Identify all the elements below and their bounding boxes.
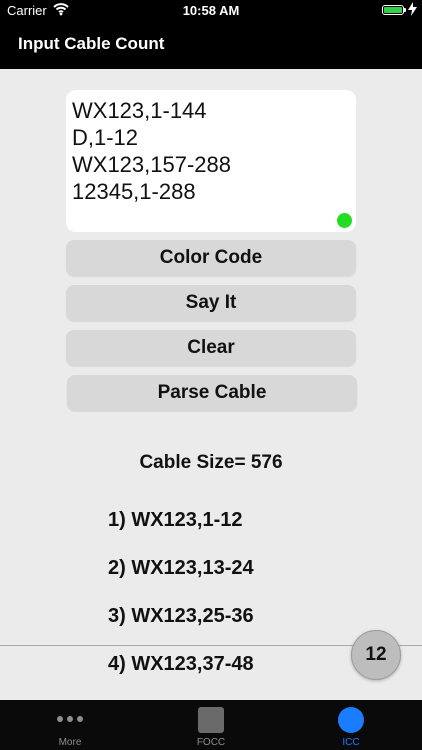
status-time: 10:58 AM [182, 3, 240, 18]
result-item: 1) WX123,1-12 [108, 509, 243, 531]
input-line: 12345,1-288 [72, 179, 196, 204]
result-item: 4) WX123,37-48 [108, 653, 254, 675]
input-line: WX123,1-144 [72, 98, 207, 123]
input-line: D,1-12 [72, 125, 139, 150]
charging-bolt-icon [408, 2, 417, 16]
color-code-button[interactable]: Color Code [66, 240, 356, 276]
status-bar: Carrier 10:58 AM [0, 0, 422, 22]
battery-icon [382, 5, 406, 15]
main-content: WX123,1-144 D,1-12 WX123,157-288 12345,1… [0, 69, 422, 700]
folder-icon [198, 707, 224, 733]
cable-count-text-input[interactable]: WX123,1-144 D,1-12 WX123,157-288 12345,1… [66, 90, 356, 232]
tab-label: ICC [342, 737, 360, 748]
tab-bar: More FOCC ICC [0, 700, 422, 750]
result-item: 2) WX123,13-24 [108, 557, 254, 579]
page-title: Input Cable Count [18, 34, 165, 53]
tab-label: More [58, 737, 82, 748]
tab-focc[interactable]: FOCC [141, 700, 281, 750]
circle-icon [338, 707, 364, 733]
status-indicator-dot [337, 213, 352, 228]
clear-button[interactable]: Clear [66, 330, 356, 366]
tab-more[interactable]: More [0, 700, 140, 750]
navigation-bar: Input Cable Count [0, 22, 422, 69]
cable-size-label: Cable Size= 576 [139, 452, 283, 473]
result-item: 3) WX123,25-36 [108, 605, 254, 627]
more-icon [57, 716, 83, 722]
input-line: WX123,157-288 [72, 152, 231, 177]
parse-cable-button[interactable]: Parse Cable [67, 375, 357, 411]
say-it-button[interactable]: Say It [66, 285, 356, 321]
count-floating-button[interactable]: 12 [351, 630, 401, 680]
tab-icc[interactable]: ICC [281, 700, 421, 750]
tab-label: FOCC [196, 737, 226, 748]
